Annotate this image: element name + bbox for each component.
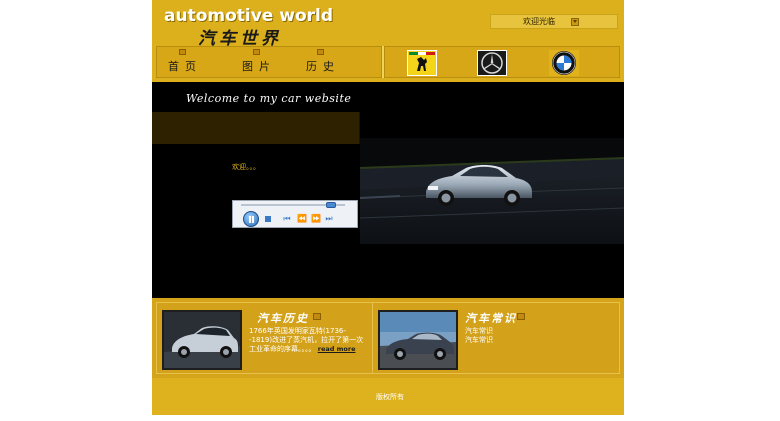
rewind-icon[interactable]: ⏪: [297, 215, 307, 223]
site-container: automotive world 汽车世界 欢迎光临 首页 图片 历史 Welc…: [152, 0, 624, 415]
fast-forward-icon[interactable]: ⏩: [311, 215, 321, 223]
nav-item-home[interactable]: 首页: [165, 47, 205, 77]
history-panel: 汽车历史 1766年英国发明家瓦特(1736--1819)改进了蒸汽机，拉开了第…: [156, 302, 384, 374]
chevron-down-icon: [313, 313, 321, 320]
chevron-down-icon: [517, 313, 525, 320]
mercedes-benz-logo[interactable]: [477, 50, 507, 76]
common-sense-line[interactable]: 汽车常识: [465, 327, 585, 336]
media-player: ⏮ ⏪ ⏩ ⏭: [232, 200, 358, 228]
brand-links: [384, 46, 620, 78]
history-body: 1766年英国发明家瓦特(1736--1819)改进了蒸汽机，拉开了第一次工业革…: [249, 327, 367, 354]
welcome-label: 欢迎光临: [523, 17, 555, 26]
car-photo: [360, 138, 624, 244]
chevron-down-icon: [571, 18, 579, 26]
ferrari-logo[interactable]: [407, 50, 437, 76]
loading-text: 欢迎。。。: [232, 163, 260, 171]
welcome-heading: Welcome to my car website: [186, 92, 352, 105]
stop-icon[interactable]: [265, 216, 271, 222]
common-sense-line[interactable]: 汽车常识: [465, 336, 585, 345]
welcome-dropdown[interactable]: 欢迎光临: [490, 14, 618, 29]
nav-item-label: 历史: [306, 60, 340, 73]
common-sense-body: 汽车常识 汽车常识: [465, 327, 585, 345]
common-sense-title[interactable]: 汽车常识: [465, 310, 517, 326]
banner-band: [152, 112, 360, 144]
sports-car-image: [380, 312, 456, 368]
nav-item-label: 图片: [242, 60, 276, 73]
pause-icon[interactable]: [243, 211, 259, 227]
previous-icon[interactable]: ⏮: [283, 215, 291, 223]
read-more-link[interactable]: read more: [318, 345, 356, 353]
chevron-down-icon: [253, 49, 260, 55]
common-sense-thumbnail[interactable]: [378, 310, 458, 370]
bmw-roundel-icon: [552, 51, 576, 75]
nav-item-pictures[interactable]: 图片: [239, 47, 279, 77]
hero-car-image: [360, 138, 624, 244]
chevron-down-icon: [317, 49, 324, 55]
ferrari-horse-icon: [409, 52, 435, 74]
history-title[interactable]: 汽车历史: [257, 310, 309, 326]
bmw-logo[interactable]: [549, 50, 579, 76]
header: automotive world 汽车世界 欢迎光临 首页 图片 历史: [152, 0, 624, 82]
copyright-text: 版权所有: [376, 393, 404, 401]
next-icon[interactable]: ⏭: [325, 215, 333, 223]
nav-item-history[interactable]: 历史: [303, 47, 343, 77]
site-logo[interactable]: automotive world: [164, 6, 333, 26]
main-nav: 首页 图片 历史: [156, 46, 382, 78]
nav-item-label: 首页: [168, 60, 202, 73]
chevron-down-icon: [179, 49, 186, 55]
player-progress-handle[interactable]: [326, 202, 336, 208]
history-thumbnail[interactable]: [162, 310, 242, 370]
common-sense-panel: 汽车常识 汽车常识 汽车常识: [372, 302, 620, 374]
silver-car-image: [164, 312, 240, 368]
footer: 版权所有: [152, 378, 624, 415]
mercedes-star-icon: [481, 52, 503, 74]
main-content: Welcome to my car website 欢迎。。。 ⏮ ⏪ ⏩ ⏭: [152, 82, 624, 298]
feature-section: 汽车历史 1766年英国发明家瓦特(1736--1819)改进了蒸汽机，拉开了第…: [152, 298, 624, 378]
